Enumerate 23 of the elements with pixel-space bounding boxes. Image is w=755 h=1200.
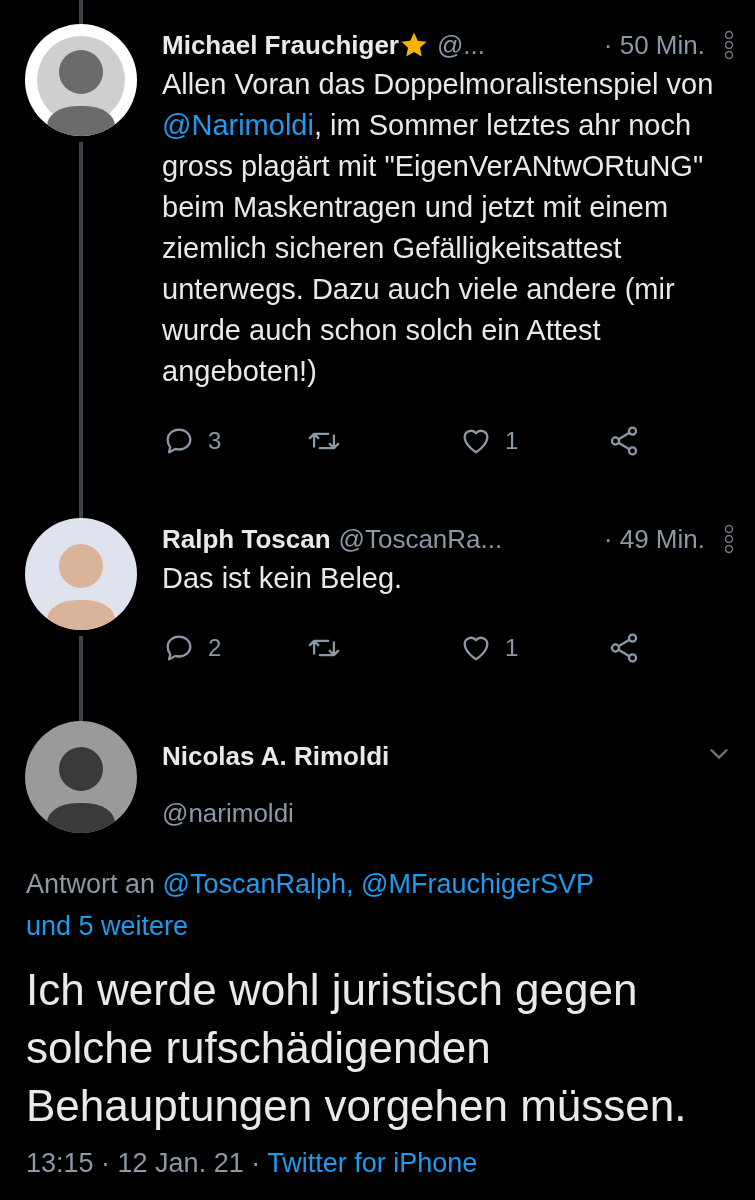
mention-link[interactable]: @ToscanRalph, @MFrauchigerSVP bbox=[162, 869, 595, 899]
author-handle: @narimoldi bbox=[162, 797, 295, 830]
reply-text: Das ist kein Beleg. bbox=[162, 561, 404, 596]
tweet-meta: 13:15 · 12 Jan. 21 · Twitter for iPhone bbox=[26, 1147, 479, 1180]
author-handle: @... bbox=[436, 28, 486, 62]
timestamp: · 49 Min. bbox=[603, 522, 705, 556]
author-name[interactable]: Nicolas A. Rimoldi bbox=[162, 737, 390, 776]
author-handle: @ToscanRa... bbox=[338, 522, 503, 556]
author-name[interactable]: Ralph Toscan bbox=[162, 519, 331, 559]
tweet-text: Ich werde wohl juristisch gegen solche rufschädigenden Behauptungen vorgehen müssen. bbox=[26, 964, 688, 1132]
timestamp: · 50 Min. bbox=[603, 28, 705, 62]
more-icon[interactable] bbox=[723, 524, 735, 554]
mention-link[interactable]: @Narimoldi bbox=[162, 109, 314, 141]
reply-text: Allen Voran das Doppelmoralistenspiel von @Narimoldi, im Sommer letztes ahr noch gross plagärt mit "EigenVerANtwORtuNG" beim Maskentragen und jetzt mit einem ziemlich sicheren Gefälligkeitsattest unterwegs. Dazu auch viele andere (mir wurde auch schon solch ein Attest angeboten!) bbox=[162, 67, 715, 389]
more-icon[interactable] bbox=[723, 30, 735, 60]
source-link[interactable]: Twitter for iPhone bbox=[267, 1148, 478, 1178]
like-count: 1 bbox=[505, 633, 519, 663]
reply-count: 3 bbox=[208, 426, 222, 456]
like-count: 1 bbox=[505, 426, 519, 456]
reply-count: 2 bbox=[208, 633, 222, 663]
more-mentions-link[interactable]: und 5 weitere bbox=[26, 911, 189, 941]
author-name[interactable]: Michael Frauchiger bbox=[162, 25, 399, 65]
reply-to-text: Antwort an @ToscanRalph, @MFrauchigerSVP und 5 weitere bbox=[26, 868, 596, 943]
